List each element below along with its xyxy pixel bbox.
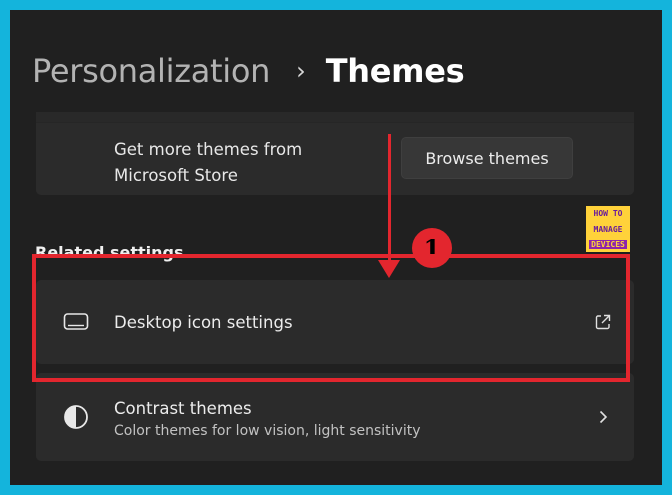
desktop-icon-settings-row[interactable]: Desktop icon settings xyxy=(36,280,634,364)
logo-line2: MANAGE xyxy=(593,224,623,234)
browse-themes-button[interactable]: Browse themes xyxy=(401,137,573,179)
logo-line3: DEVICES xyxy=(589,240,627,249)
store-text-line2: Microsoft Store xyxy=(114,166,238,185)
how-to-manage-devices-logo: HOW TO MANAGE DEVICES xyxy=(586,206,630,252)
related-settings-heading: Related settings xyxy=(35,243,184,262)
breadcrumb-personalization[interactable]: Personalization xyxy=(32,52,270,90)
page-title: Themes xyxy=(325,52,465,90)
logo-line1: HOW TO xyxy=(593,209,623,218)
store-description: Get more themes from Microsoft Store xyxy=(114,137,344,189)
annotation-arrow xyxy=(388,134,391,262)
annotation-arrow-head xyxy=(378,260,400,278)
microsoft-store-card: Get more themes from Microsoft Store Bro… xyxy=(36,112,634,195)
open-external-icon xyxy=(592,311,614,333)
settings-window: Personalization › Themes Get more themes… xyxy=(10,10,662,485)
contrast-themes-label: Contrast themes xyxy=(114,399,252,418)
contrast-themes-description: Color themes for low vision, light sensi… xyxy=(114,423,421,439)
desktop-icon-settings-label: Desktop icon settings xyxy=(114,312,293,332)
contrast-themes-row[interactable]: Contrast themes Color themes for low vis… xyxy=(36,373,634,461)
chevron-right-icon xyxy=(592,406,614,428)
breadcrumb: Personalization › Themes xyxy=(32,46,465,96)
step-marker: 1 xyxy=(412,228,452,268)
monitor-icon xyxy=(62,308,90,336)
contrast-icon xyxy=(62,403,90,431)
store-text-line1: Get more themes from xyxy=(114,140,303,159)
breadcrumb-separator: › xyxy=(296,57,306,85)
